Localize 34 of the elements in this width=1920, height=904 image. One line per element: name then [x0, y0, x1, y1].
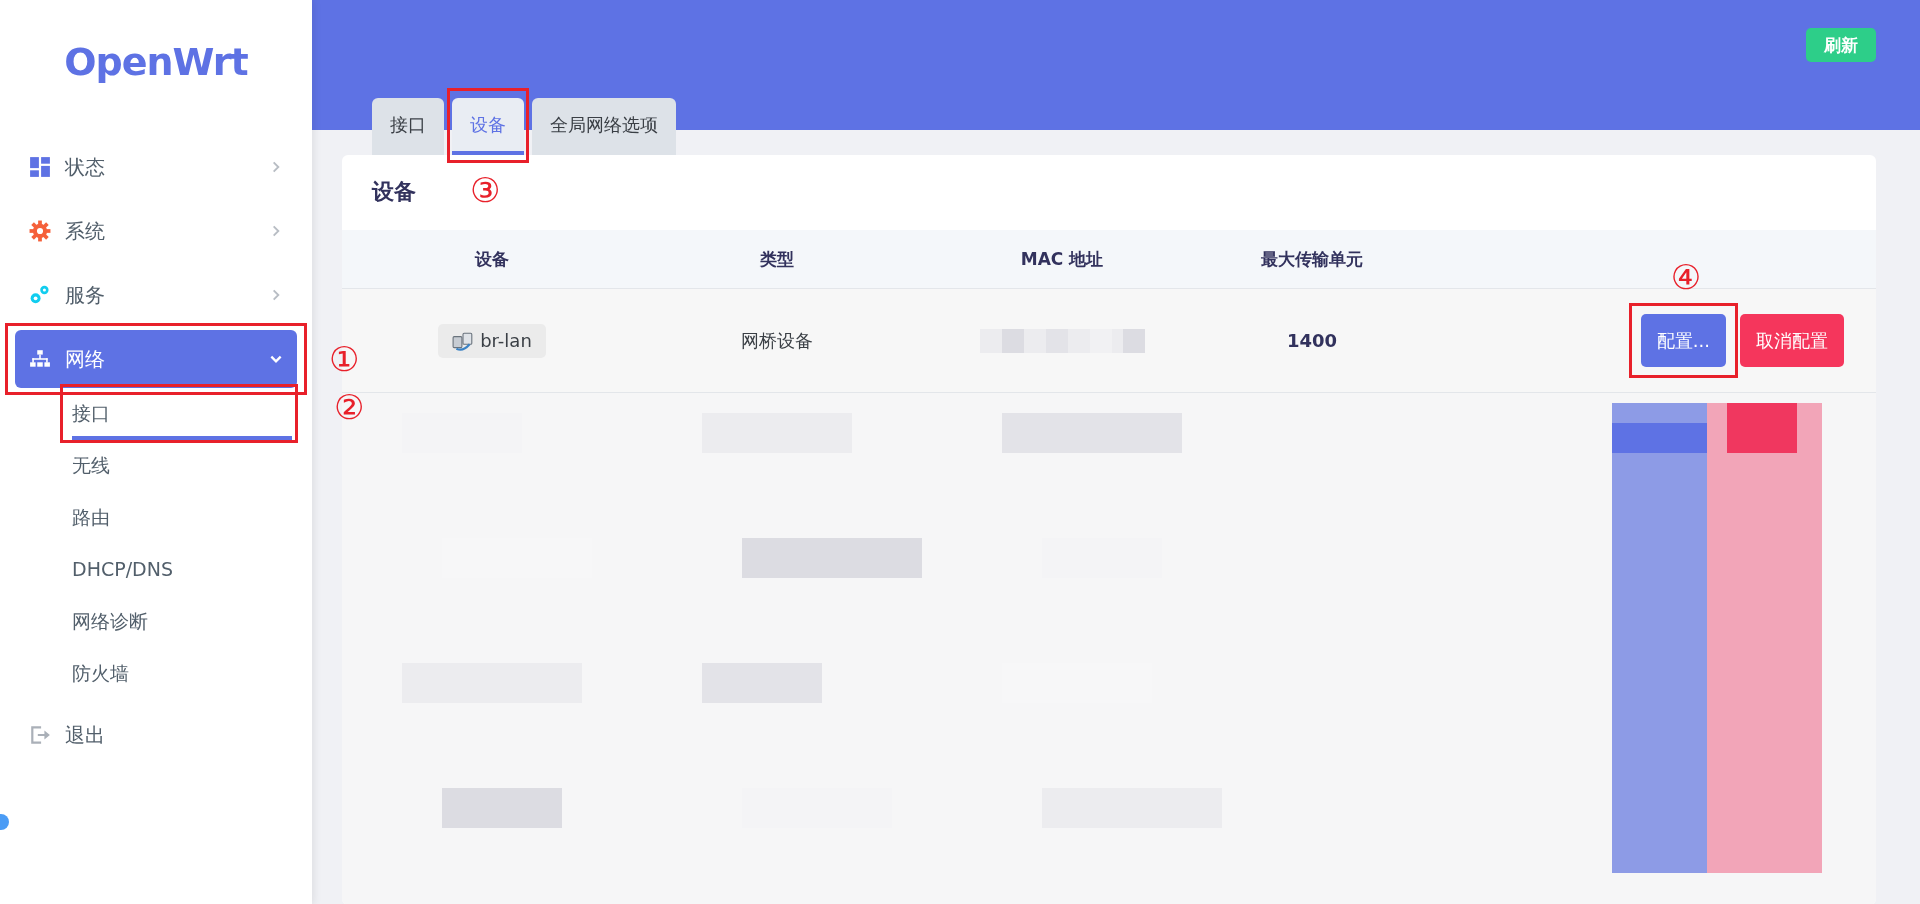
column-header: 最大传输单元 [1260, 247, 1364, 271]
column-header: 设备 [473, 247, 510, 271]
sitemap-icon [29, 348, 51, 370]
annotation-number: ③ [470, 173, 501, 207]
device-name: br-lan [480, 330, 532, 351]
submenu-item[interactable]: 接口 [72, 388, 292, 440]
gear-icon [29, 220, 51, 242]
dashboard-icon [29, 156, 51, 178]
section-title: 设备 [372, 178, 416, 206]
table-cell: 网桥设备 [741, 328, 813, 353]
logo: OpenWrt [63, 39, 249, 86]
menu-item[interactable]: 系统 [15, 202, 297, 260]
logout-icon [29, 724, 51, 746]
annotation-number: ② [334, 390, 365, 424]
annotation-number: ④ [1670, 260, 1702, 294]
tab[interactable]: 设备 [452, 98, 524, 155]
menu-item[interactable]: 退出 [15, 706, 297, 764]
menu-item[interactable]: 状态 [15, 138, 297, 196]
annotation-number: ① [329, 342, 360, 376]
menu-item[interactable]: 服务 [15, 266, 297, 324]
configure-button[interactable]: 配置... [1640, 314, 1726, 367]
unconfigure-button[interactable]: 取消配置 [1740, 314, 1844, 367]
column-header: 类型 [759, 247, 795, 271]
table-cell: 1400 [1286, 330, 1338, 351]
submenu-item[interactable]: 防火墙 [72, 648, 292, 700]
gears-icon [29, 284, 51, 306]
submenu-item[interactable]: 无线 [72, 440, 292, 492]
submenu-item[interactable]: 路由 [72, 492, 292, 544]
column-header: MAC 地址 [1019, 247, 1105, 271]
tab[interactable]: 全局网络选项 [532, 98, 676, 155]
submenu-item[interactable]: 网络诊断 [72, 596, 292, 648]
submenu-item[interactable]: DHCP/DNS [72, 544, 292, 596]
tab[interactable]: 接口 [372, 98, 444, 155]
menu-item[interactable]: 网络 [15, 330, 297, 388]
